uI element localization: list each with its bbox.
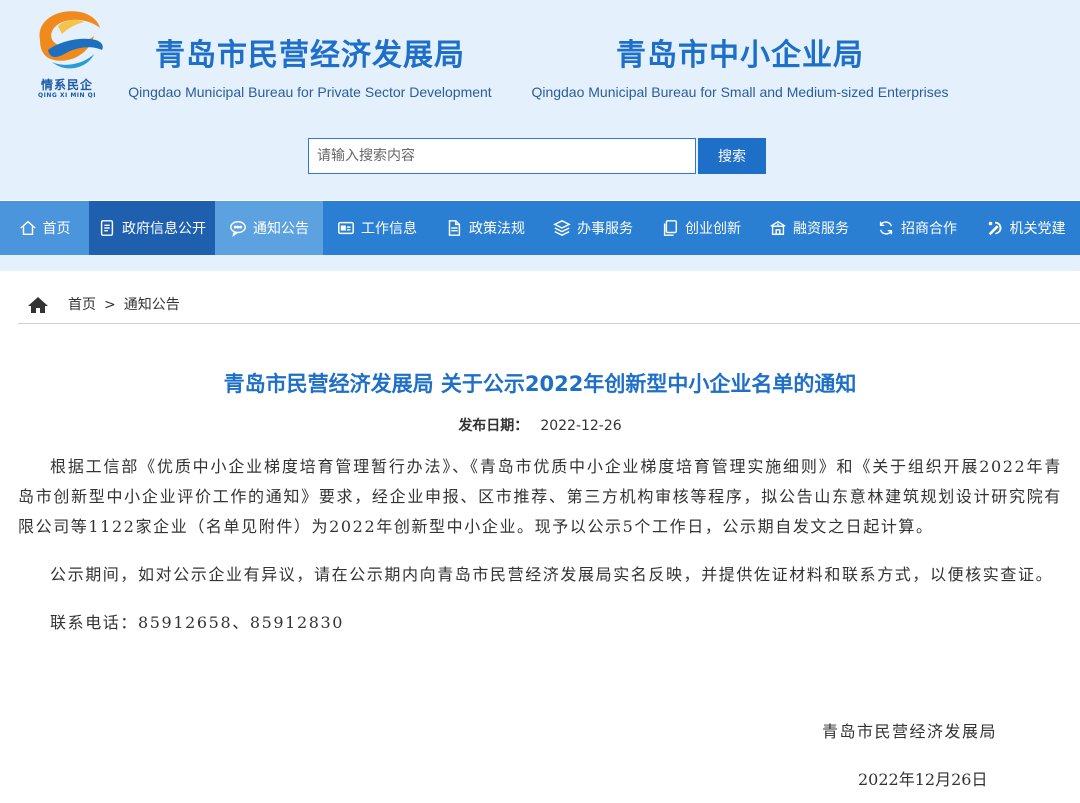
publish-date-value: 2022-12-26: [540, 418, 622, 434]
article-paragraph: 根据工信部《优质中小企业梯度培育管理暂行办法》、《青岛市优质中小企业梯度培育管理…: [18, 457, 1062, 536]
building-icon: [770, 220, 786, 236]
publish-date: 发布日期： 2022-12-26: [0, 415, 1080, 435]
article-title: 青岛市民营经济发展局 关于公示2022年创新型中小企业名单的通知: [223, 372, 857, 396]
copy-icon: [663, 220, 678, 236]
nav-item-party[interactable]: 机关党建: [971, 201, 1080, 255]
nav-label: 通知公告: [253, 221, 309, 237]
breadcrumb-current-link[interactable]: 通知公告: [124, 296, 180, 314]
chat-icon: [230, 220, 246, 237]
nav-label: 办事服务: [577, 221, 633, 237]
site-name-sme[interactable]: 青岛市中小企业局 Qingdao Municipal Bureau for Sm…: [520, 36, 960, 100]
party-emblem-icon: [988, 221, 1001, 236]
breadcrumb-home-link[interactable]: 首页: [68, 296, 96, 314]
article-sign-date: 2022年12月26日: [858, 770, 988, 789]
file-icon: [448, 220, 461, 236]
nav-label: 政府信息公开: [122, 221, 206, 237]
site-header: 情系民企 QING XI MIN QI 青岛市民营经济发展局 Qingdao M…: [0, 0, 1080, 200]
nav-label: 融资服务: [793, 221, 849, 237]
logo-subtext: QING XI MIN QI: [38, 92, 96, 99]
nav-label: 招商合作: [901, 221, 957, 237]
document-icon: [100, 220, 114, 236]
search-input[interactable]: [308, 138, 696, 174]
refresh-icon: [879, 221, 893, 235]
nav-label: 创业创新: [685, 221, 741, 237]
layers-icon: [553, 219, 571, 237]
nav-label: 机关党建: [1009, 221, 1066, 237]
site-name-en: Qingdao Municipal Bureau for Private Sec…: [128, 84, 492, 100]
article-paragraph: 公示期间，如对公示企业有异议，请在公示期内向青岛市民营经济发展局实名反映，并提供…: [50, 565, 1054, 584]
nav-label: 工作信息: [361, 221, 417, 237]
contact-phone: 联系电话：85912658、85912830: [50, 613, 345, 632]
site-name-cn: 青岛市中小企业局: [616, 38, 864, 73]
site-name-cn: 青岛市民营经济发展局: [155, 38, 465, 73]
nav-item-financing[interactable]: 融资服务: [755, 201, 863, 255]
article-body: 根据工信部《优质中小企业梯度培育管理暂行办法》、《青岛市优质中小企业梯度培育管理…: [18, 452, 1062, 656]
main-nav: 首页 政府信息公开 通知公告 工作信息 政策法规 办事服务 创业创新 融资服务 …: [0, 201, 1080, 255]
logo-emblem-icon: [39, 11, 103, 69]
article-signature: 青岛市民营经济发展局: [822, 722, 998, 741]
nav-label: 政策法规: [469, 221, 525, 237]
nav-divider-band: [0, 255, 1080, 271]
logo-text: 情系民企: [40, 78, 93, 92]
nav-item-notice[interactable]: 通知公告: [215, 201, 323, 255]
nav-label: 首页: [42, 221, 71, 237]
publish-date-label: 发布日期：: [458, 418, 529, 434]
home-icon[interactable]: [28, 296, 48, 314]
card-icon: [338, 221, 354, 235]
nav-item-work-info[interactable]: 工作信息: [323, 201, 431, 255]
nav-item-innovation[interactable]: 创业创新: [647, 201, 755, 255]
site-name-private-sector[interactable]: 青岛市民营经济发展局 Qingdao Municipal Bureau for …: [120, 36, 500, 100]
site-logo[interactable]: 情系民企 QING XI MIN QI: [28, 6, 106, 102]
nav-item-investment[interactable]: 招商合作: [863, 201, 971, 255]
nav-item-policy[interactable]: 政策法规: [431, 201, 539, 255]
search-button[interactable]: 搜索: [698, 138, 766, 174]
site-name-en: Qingdao Municipal Bureau for Small and M…: [531, 84, 949, 100]
home-icon: [19, 220, 36, 236]
nav-item-home[interactable]: 首页: [0, 201, 89, 255]
nav-item-services[interactable]: 办事服务: [539, 201, 647, 255]
nav-item-gov-info[interactable]: 政府信息公开: [89, 201, 215, 255]
breadcrumb: 首页 > 通知公告: [18, 296, 1080, 324]
breadcrumb-separator: >: [104, 297, 116, 313]
